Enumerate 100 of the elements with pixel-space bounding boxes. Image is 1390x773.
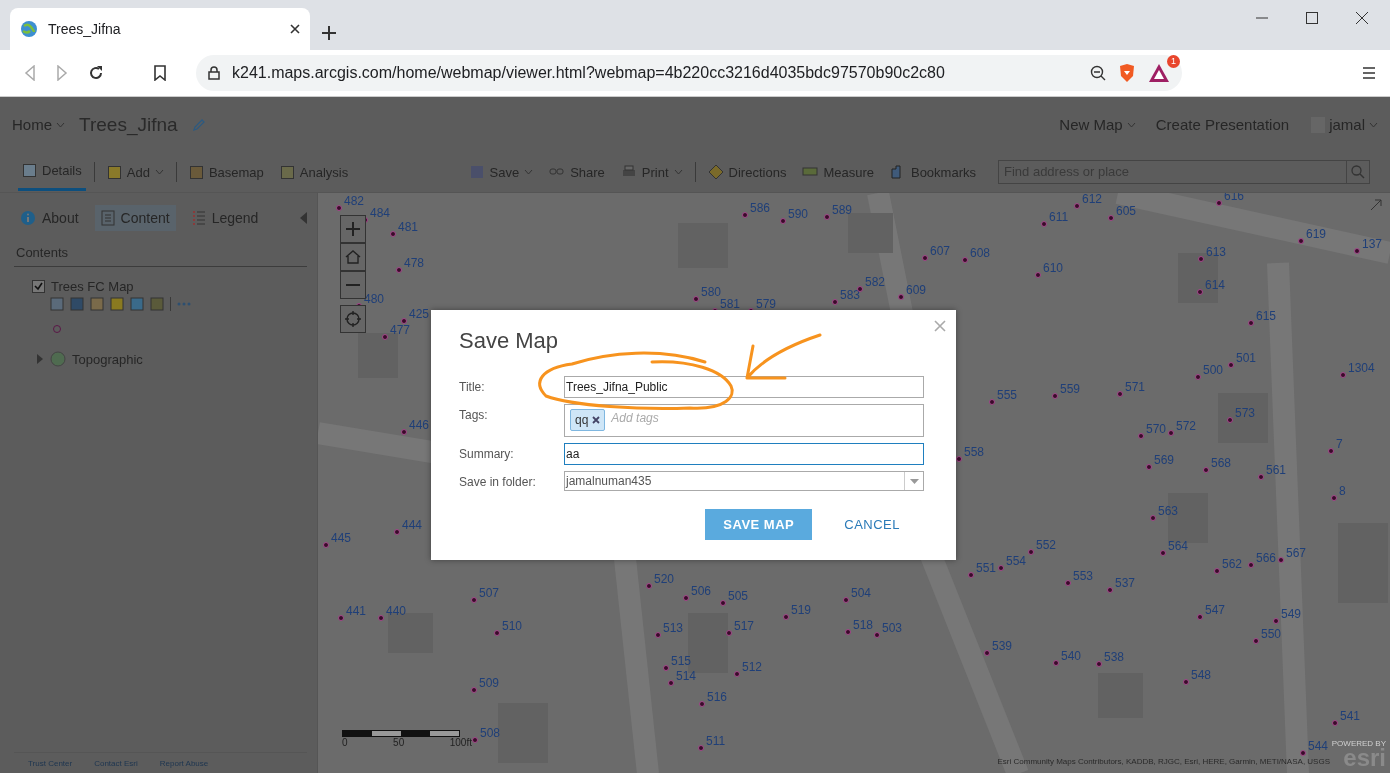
tree-point-icon[interactable]: [1227, 417, 1233, 423]
tree-point-icon[interactable]: [720, 600, 726, 606]
tree-point-icon[interactable]: [1041, 221, 1047, 227]
tree-point-icon[interactable]: [780, 218, 786, 224]
tree-point-icon[interactable]: [494, 630, 500, 636]
collapse-arrow-icon[interactable]: [300, 212, 307, 224]
tree-point-icon[interactable]: [699, 701, 705, 707]
tree-point-icon[interactable]: [1053, 660, 1059, 666]
close-icon[interactable]: [1356, 12, 1368, 24]
tree-point-icon[interactable]: [1168, 430, 1174, 436]
tree-point-icon[interactable]: [378, 615, 384, 621]
panel-tab[interactable]: Content: [94, 205, 176, 231]
tree-point-icon[interactable]: [1138, 433, 1144, 439]
tree-point-icon[interactable]: [832, 299, 838, 305]
tree-point-icon[interactable]: [1253, 638, 1259, 644]
zoom-out-icon[interactable]: [1090, 65, 1106, 81]
tree-point-icon[interactable]: [968, 572, 974, 578]
tree-point-icon[interactable]: [1108, 215, 1114, 221]
tree-point-icon[interactable]: [898, 294, 904, 300]
search-icon[interactable]: [1351, 165, 1365, 179]
tree-point-icon[interactable]: [1248, 562, 1254, 568]
tree-point-icon[interactable]: [1298, 238, 1304, 244]
tree-point-icon[interactable]: [874, 632, 880, 638]
close-button[interactable]: [934, 320, 946, 332]
tree-point-icon[interactable]: [1300, 750, 1306, 756]
tree-point-icon[interactable]: [1198, 256, 1204, 262]
tree-point-icon[interactable]: [857, 286, 863, 292]
forward-icon[interactable]: [56, 65, 68, 81]
tree-point-icon[interactable]: [1052, 393, 1058, 399]
tree-point-icon[interactable]: [663, 665, 669, 671]
tree-point-icon[interactable]: [698, 745, 704, 751]
tree-point-icon[interactable]: [1065, 580, 1071, 586]
tree-point-icon[interactable]: [1278, 557, 1284, 563]
tag-chip[interactable]: qq: [570, 409, 606, 431]
tree-point-icon[interactable]: [734, 671, 740, 677]
tree-point-icon[interactable]: [783, 614, 789, 620]
tree-point-icon[interactable]: [1096, 661, 1102, 667]
tree-point-icon[interactable]: [390, 231, 396, 237]
triangle-extension-icon[interactable]: [1148, 63, 1170, 83]
tree-point-icon[interactable]: [1146, 464, 1152, 470]
home-button[interactable]: [340, 243, 366, 271]
tree-point-icon[interactable]: [726, 630, 732, 636]
tree-point-icon[interactable]: [1197, 614, 1203, 620]
tree-point-icon[interactable]: [1340, 372, 1346, 378]
menu-icon[interactable]: [1362, 66, 1376, 80]
text-field[interactable]: aa: [564, 443, 924, 465]
close-icon[interactable]: [290, 24, 300, 34]
tree-point-icon[interactable]: [683, 595, 689, 601]
tree-point-icon[interactable]: [668, 680, 674, 686]
locate-button[interactable]: [340, 305, 366, 333]
save-map-button[interactable]: SAVE MAP: [705, 509, 813, 540]
tree-point-icon[interactable]: [1074, 203, 1080, 209]
remove-icon[interactable]: [592, 416, 601, 424]
tree-point-icon[interactable]: [998, 565, 1004, 571]
tree-point-icon[interactable]: [693, 296, 699, 302]
tree-point-icon[interactable]: [1248, 320, 1254, 326]
tree-point-icon[interactable]: [1203, 467, 1209, 473]
tree-point-icon[interactable]: [1160, 550, 1166, 556]
address-bar[interactable]: k241.maps.arcgis.com/home/webmap/viewer.html?webmap=4b220cc3216d4035bdc97570b90c2c80 1: [196, 55, 1182, 91]
tree-point-icon[interactable]: [1228, 362, 1234, 368]
zoom-in-button[interactable]: [340, 215, 366, 243]
tree-point-icon[interactable]: [338, 615, 344, 621]
tree-point-icon[interactable]: [1214, 568, 1220, 574]
tree-point-icon[interactable]: [1258, 474, 1264, 480]
tree-point-icon[interactable]: [1273, 618, 1279, 624]
tree-point-icon[interactable]: [401, 429, 407, 435]
zoom-out-button[interactable]: [340, 271, 366, 299]
cancel-button[interactable]: CANCEL: [838, 509, 906, 540]
tree-point-icon[interactable]: [1028, 549, 1034, 555]
tree-point-icon[interactable]: [1117, 391, 1123, 397]
tree-point-icon[interactable]: [922, 255, 928, 261]
tree-point-icon[interactable]: [323, 542, 329, 548]
bookmark-icon[interactable]: [154, 65, 166, 81]
expand-icon[interactable]: [1370, 199, 1382, 211]
text-field[interactable]: Trees_Jifna_Public: [564, 376, 924, 398]
tree-point-icon[interactable]: [382, 334, 388, 340]
tree-point-icon[interactable]: [1195, 374, 1201, 380]
tags-field[interactable]: qq Add tags: [564, 404, 924, 437]
tree-point-icon[interactable]: [472, 737, 478, 743]
tree-point-icon[interactable]: [1331, 495, 1337, 501]
tree-point-icon[interactable]: [824, 214, 830, 220]
tree-point-icon[interactable]: [984, 650, 990, 656]
reload-icon[interactable]: [88, 65, 104, 81]
tree-point-icon[interactable]: [1216, 200, 1222, 206]
tree-point-icon[interactable]: [655, 632, 661, 638]
tree-point-icon[interactable]: [336, 205, 342, 211]
tree-point-icon[interactable]: [843, 597, 849, 603]
browser-tab[interactable]: Trees_Jifna: [10, 8, 310, 50]
tree-point-icon[interactable]: [1354, 248, 1360, 254]
tree-point-icon[interactable]: [471, 597, 477, 603]
tree-point-icon[interactable]: [1035, 272, 1041, 278]
tree-point-icon[interactable]: [394, 529, 400, 535]
tree-point-icon[interactable]: [471, 687, 477, 693]
folder-dropdown[interactable]: jamalnuman435: [564, 471, 924, 491]
back-icon[interactable]: [24, 65, 36, 81]
tree-point-icon[interactable]: [962, 257, 968, 263]
tree-point-icon[interactable]: [1107, 587, 1113, 593]
tree-point-icon[interactable]: [845, 629, 851, 635]
tree-point-icon[interactable]: [989, 399, 995, 405]
tree-point-icon[interactable]: [401, 318, 407, 324]
